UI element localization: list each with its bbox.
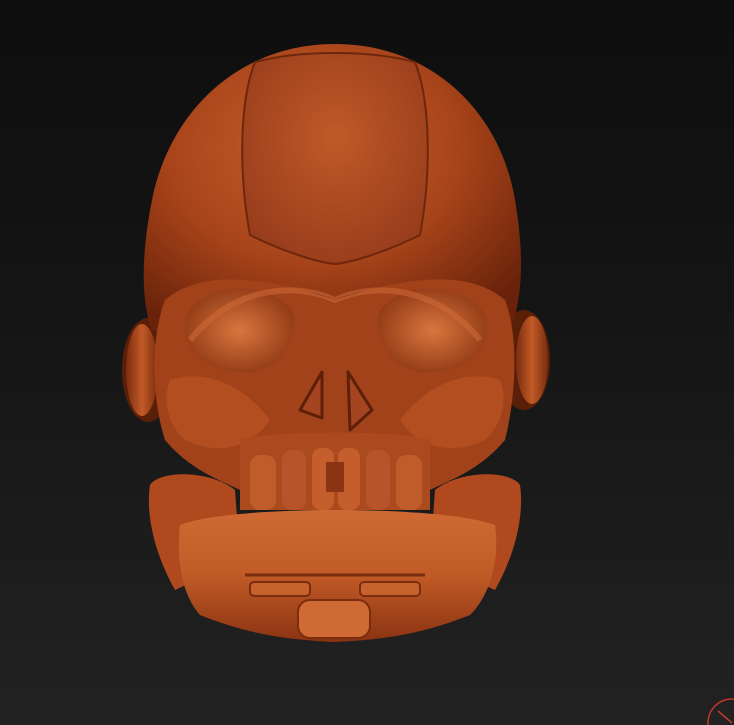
chin-plate <box>297 599 371 639</box>
upper-teeth <box>240 432 430 510</box>
sculpted-skull-model[interactable] <box>0 0 734 725</box>
3d-viewport-canvas[interactable] <box>0 0 734 725</box>
jaw-vent-left <box>249 581 311 597</box>
axis-gizmo-icon[interactable] <box>702 693 734 725</box>
jaw-vent-right <box>359 581 421 597</box>
dome-top-panel <box>241 52 429 266</box>
